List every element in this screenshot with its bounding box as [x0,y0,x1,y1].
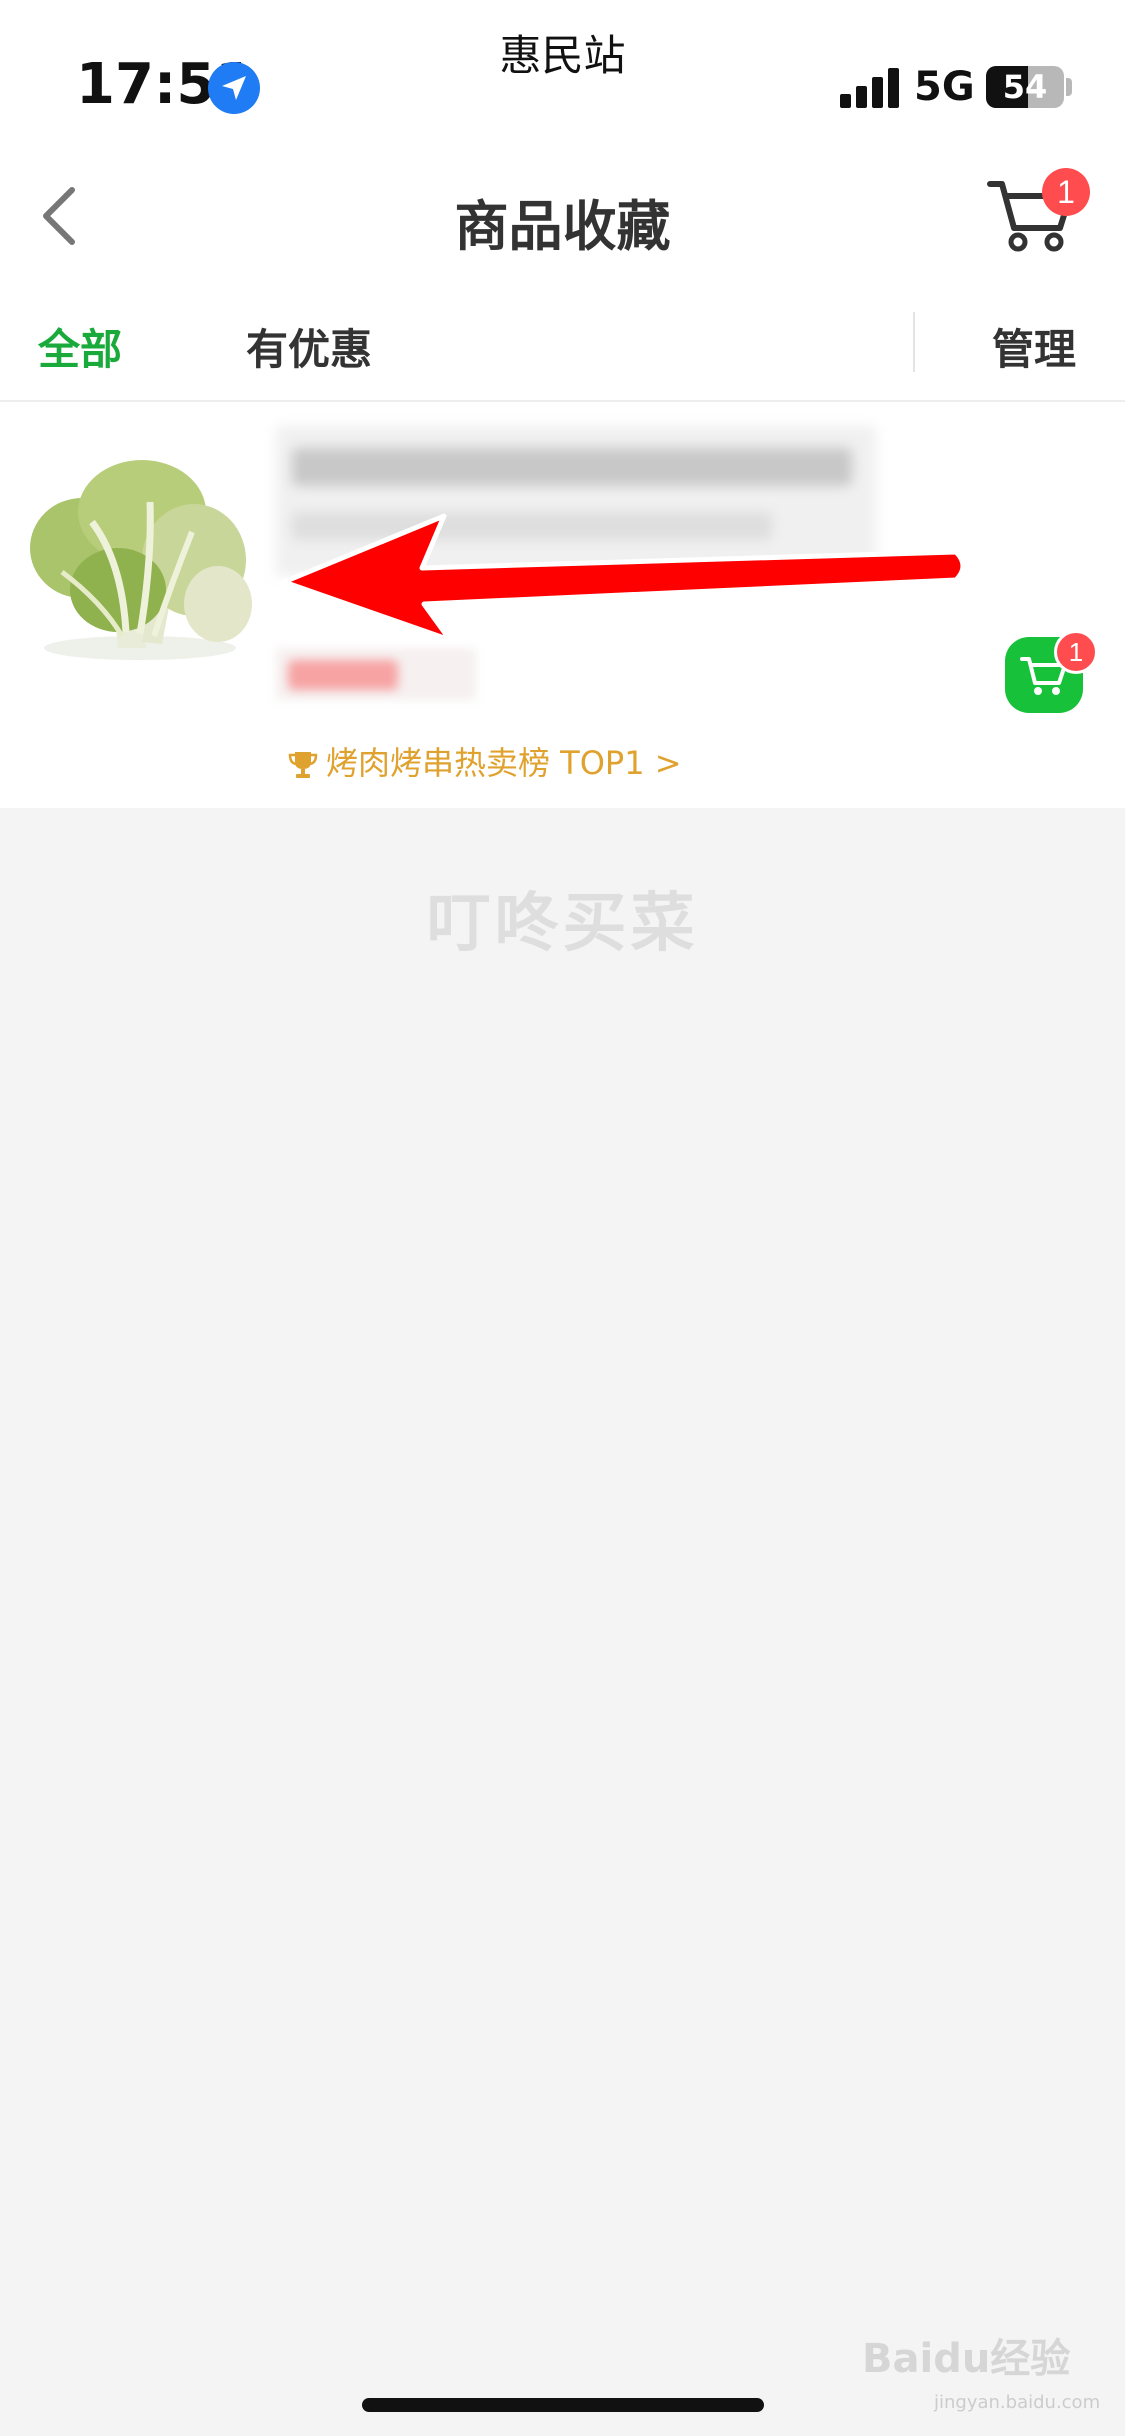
cart-badge: 1 [1042,168,1090,216]
tab-all[interactable]: 全部 [38,316,122,377]
cellular-signal-icon [840,68,900,108]
product-price-blurred [276,648,476,700]
ranking-label: 烤肉烤串热卖榜 TOP1 > [326,744,682,782]
product-image-cauliflower[interactable] [22,452,258,670]
network-type: 5G [914,64,975,110]
baidu-watermark: Baidu经验 [862,2336,1071,2382]
brand-watermark: 叮咚买菜 [426,887,699,961]
page-title: 商品收藏 [454,195,671,258]
tab-deals[interactable]: 有优惠 [246,316,372,377]
cauliflower-image [30,460,252,660]
red-arrow-annotation [281,513,966,643]
baidu-watermark-url: jingyan.baidu.com [934,2392,1101,2413]
tab-divider [913,312,915,372]
battery-percent: 54 [1002,68,1048,106]
home-indicator[interactable] [362,2398,764,2412]
add-cart-badge: 1 [1054,630,1098,674]
ranking-link[interactable]: 烤肉烤串热卖榜 TOP1 > [288,738,682,784]
trophy-icon [288,752,318,778]
location-arrow-icon [208,62,260,114]
battery-icon: 54 [986,66,1064,108]
battery-tip [1066,78,1072,96]
manage-button[interactable]: 管理 [992,316,1076,377]
